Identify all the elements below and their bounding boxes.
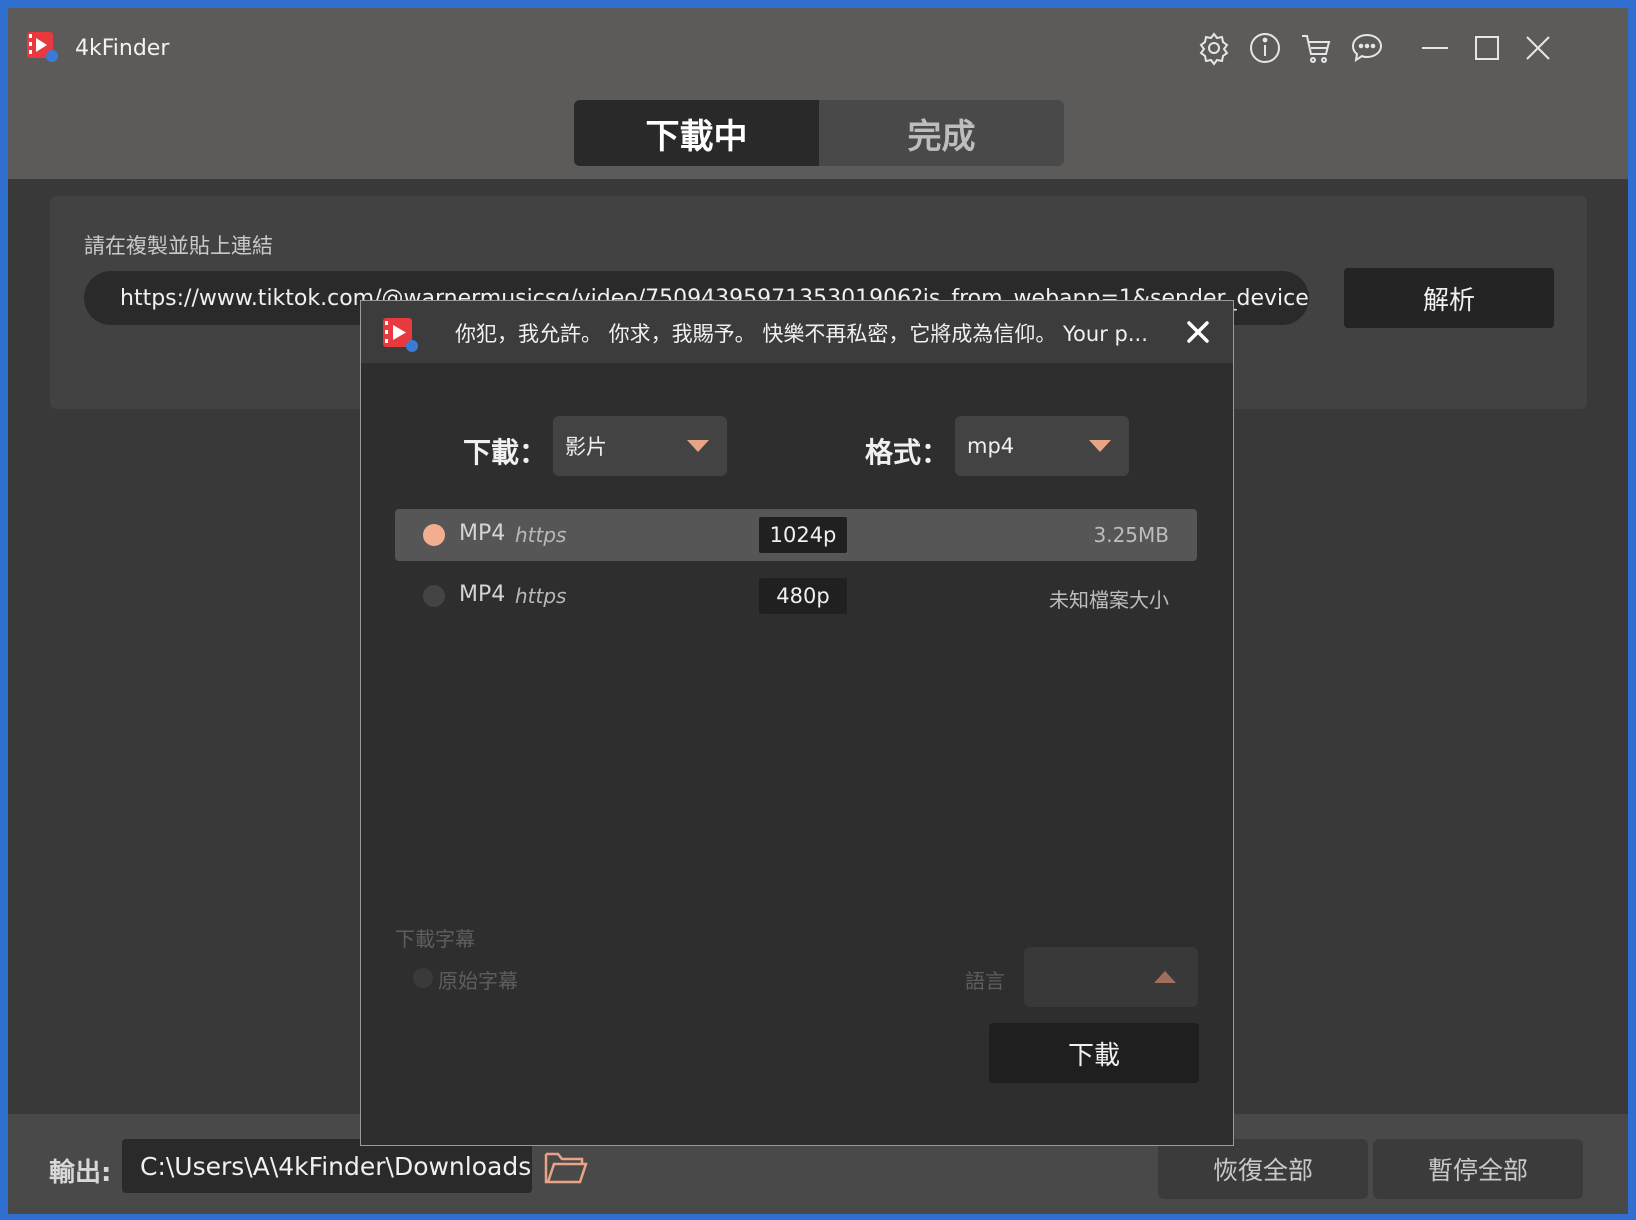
chevron-down-icon — [1089, 440, 1111, 452]
resume-all-button[interactable]: 恢復全部 — [1158, 1139, 1368, 1199]
download-type-label: 下載： — [463, 436, 548, 469]
output-path-field[interactable]: C:\Users\A\4kFinder\Downloads — [122, 1139, 532, 1193]
quality-option-row[interactable]: MP4 https 1024p 3.25MB — [395, 509, 1197, 561]
format-select[interactable]: mp4 — [955, 416, 1129, 476]
subtitle-section-label: 下載字幕 — [395, 927, 475, 951]
radio-unselected[interactable] — [423, 585, 445, 607]
close-icon[interactable] — [1520, 30, 1556, 66]
download-type-select[interactable]: 影片 — [553, 416, 727, 476]
app-title: 4kFinder — [75, 36, 170, 61]
option-size: 3.25MB — [1093, 523, 1169, 547]
parse-button[interactable]: 解析 — [1344, 268, 1554, 328]
dialog-title: 你犯，我允許。 你求，我賜予。 快樂不再私密，它將成為信仰。 Your p... — [455, 322, 1148, 346]
option-size: 未知檔案大小 — [1049, 588, 1169, 612]
format-value: mp4 — [967, 434, 1015, 458]
radio-selected[interactable] — [423, 524, 445, 546]
tab-bar: 下載中 完成 — [574, 100, 1064, 166]
option-protocol: https — [515, 584, 567, 608]
subtitle-radio[interactable] — [413, 968, 433, 988]
dialog-header: 你犯，我允許。 你求，我賜予。 快樂不再私密，它將成為信仰。 Your p... — [361, 301, 1233, 363]
quality-option-row[interactable]: MP4 https 480p 未知檔案大小 — [395, 570, 1197, 622]
cart-icon[interactable] — [1298, 30, 1334, 66]
option-resolution: 480p — [759, 578, 847, 614]
info-icon[interactable] — [1247, 30, 1283, 66]
pause-all-button[interactable]: 暫停全部 — [1373, 1139, 1583, 1199]
app-logo-icon — [383, 318, 418, 352]
close-icon[interactable] — [1183, 317, 1213, 347]
folder-icon[interactable] — [542, 1144, 590, 1188]
maximize-icon[interactable] — [1469, 30, 1505, 66]
download-type-value: 影片 — [565, 435, 607, 459]
tab-downloading[interactable]: 下載中 — [574, 100, 819, 166]
download-button[interactable]: 下載 — [989, 1023, 1199, 1083]
tab-completed[interactable]: 完成 — [819, 100, 1064, 166]
option-resolution: 1024p — [759, 517, 847, 553]
option-format: MP4 — [459, 521, 506, 546]
settings-icon[interactable] — [1196, 30, 1232, 66]
minimize-icon[interactable] — [1417, 30, 1453, 66]
chevron-down-icon — [687, 440, 709, 452]
output-label: 輸出: — [49, 1158, 112, 1188]
title-bar: 4kFinder — [8, 8, 1628, 88]
format-label: 格式： — [865, 436, 950, 469]
download-options-dialog: 你犯，我允許。 你求，我賜予。 快樂不再私密，它將成為信仰。 Your p...… — [360, 300, 1234, 1146]
option-protocol: https — [515, 523, 567, 547]
chevron-up-icon — [1154, 971, 1176, 983]
link-label: 請在複製並貼上連結 — [84, 234, 273, 258]
app-logo-icon — [27, 32, 58, 62]
language-label: 語言 — [965, 969, 1005, 993]
option-format: MP4 — [459, 582, 506, 607]
subtitle-original-label: 原始字幕 — [438, 969, 518, 993]
chat-icon[interactable] — [1349, 30, 1385, 66]
language-select[interactable] — [1024, 947, 1198, 1007]
